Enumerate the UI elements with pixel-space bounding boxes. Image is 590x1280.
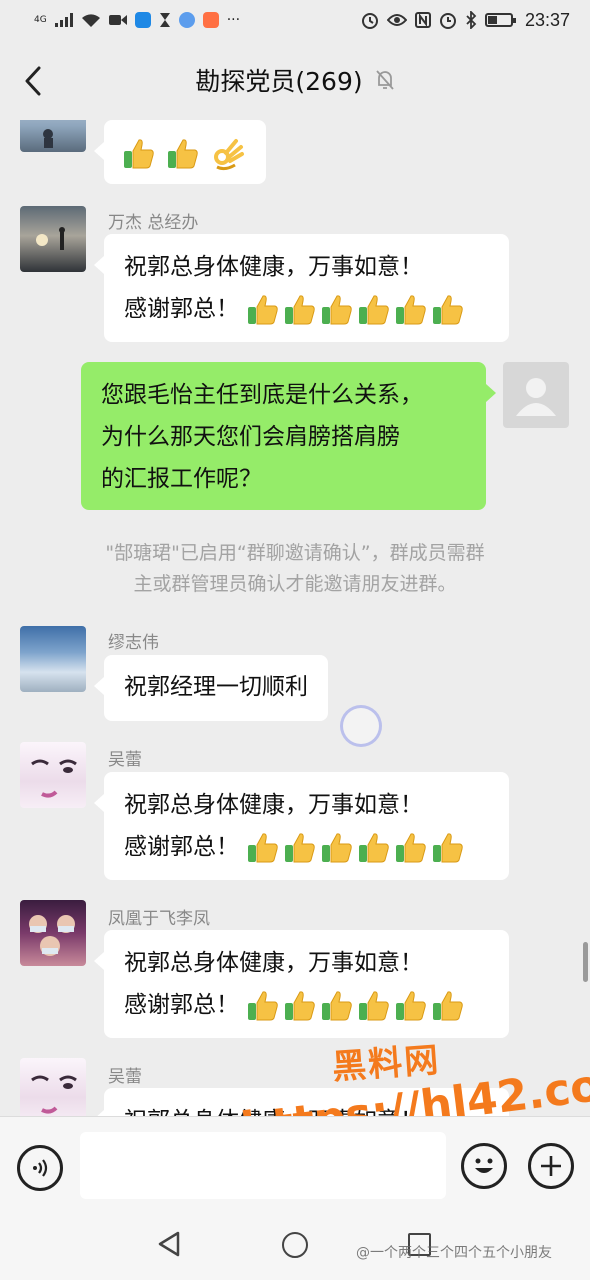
- message-input[interactable]: [80, 1132, 446, 1199]
- message-line: 祝郭总身体健康，万事如意！: [124, 254, 423, 280]
- sender-name: 吴蕾: [108, 1067, 142, 1087]
- thumbs-up-icon: [359, 833, 390, 863]
- message-line: 为什么那天您们会肩膀搭肩膀: [101, 424, 400, 450]
- bluetooth-icon: [466, 11, 477, 29]
- message-bubble[interactable]: 祝郭经理一切顺利: [94, 655, 328, 721]
- avatar[interactable]: [20, 206, 86, 272]
- message-line: 感谢郭总！: [124, 992, 239, 1018]
- status-left: 4G ···: [34, 12, 240, 28]
- thumbs-up-icon: [396, 295, 427, 325]
- thumbs-up-icon: [396, 991, 427, 1021]
- message-bubble[interactable]: 祝郭总身体健康，万事如意！ 感谢郭总！: [94, 930, 509, 1038]
- status-bar: 4G ··· 23:37: [0, 0, 590, 40]
- system-notice: "郜瑭珺"已启用“群聊邀请确认”，群成员需群 主或群管理员确认才能邀请朋友进群。: [50, 538, 540, 600]
- touch-indicator: [340, 705, 382, 747]
- alarm-clock-icon: [439, 13, 456, 29]
- ok-hand-icon: [213, 139, 244, 171]
- thumbs-up-icon: [433, 991, 464, 1021]
- thumbs-up-icon: [322, 991, 353, 1021]
- message-line: 您跟毛怡主任到底是什么关系，: [101, 382, 423, 408]
- page-title: 勘探党员(269): [195, 67, 363, 96]
- network-type: 4G: [34, 14, 47, 25]
- bell-off-icon: [375, 69, 395, 91]
- video-icon: [108, 15, 127, 25]
- self-message-bubble[interactable]: 您跟毛怡主任到底是什么关系， 为什么那天您们会肩膀搭肩膀 的汇报工作呢？: [81, 362, 496, 510]
- message-line-with-emojis: 感谢郭总！: [124, 826, 489, 869]
- message-bubble[interactable]: [94, 120, 266, 184]
- avatar[interactable]: [20, 120, 86, 152]
- avatar[interactable]: [20, 900, 86, 966]
- avatar[interactable]: [20, 1058, 86, 1116]
- chevron-left-icon: [25, 66, 41, 96]
- thumbs-up-icon: [168, 139, 199, 169]
- message-line: 感谢郭总！: [124, 296, 239, 322]
- message-bubble[interactable]: 祝郭总身体健康，万事如意！ 感谢郭总！: [94, 772, 509, 880]
- thumbs-up-icon: [285, 991, 316, 1021]
- wifi-icon: [81, 13, 100, 27]
- thumbs-up-icon: [248, 295, 279, 325]
- system-notice-line: "郜瑭珺"已启用“群聊邀请确认”，群成员需群: [105, 542, 485, 564]
- input-bar: [0, 1116, 590, 1212]
- chat-header: 勘探党员(269): [0, 40, 590, 120]
- chat-area[interactable]: 万杰 总经办 祝郭总身体健康，万事如意！ 感谢郭总！ 您跟毛怡主任到底是什么关系…: [0, 120, 590, 1116]
- sender-name: 凤凰于飞李凤: [108, 909, 210, 929]
- thumbs-up-icon: [359, 991, 390, 1021]
- hourglass-icon: [159, 13, 170, 27]
- weibo-watermark: @一个两个三个四个五个小朋友: [356, 1245, 552, 1261]
- signal-icon: [54, 13, 73, 27]
- self-avatar[interactable]: [503, 362, 569, 428]
- more-notifications-icon: ···: [226, 12, 241, 28]
- avatar[interactable]: [20, 626, 86, 692]
- thumbs-up-icon: [396, 833, 427, 863]
- eye-icon: [386, 14, 407, 26]
- thumbs-up-icon: [433, 833, 464, 863]
- thumbs-up-icon: [285, 295, 316, 325]
- thumbs-up-icon: [285, 833, 316, 863]
- battery-icon: [484, 13, 516, 27]
- sender-name: 缪志伟: [108, 633, 159, 653]
- nfc-icon: [414, 12, 431, 28]
- nav-home-icon[interactable]: [282, 1232, 308, 1258]
- app-icon-2: [178, 12, 195, 28]
- thumbs-up-icon: [322, 833, 353, 863]
- message-line: 祝郭总身体健康，万事如意！: [124, 792, 423, 818]
- back-button[interactable]: [18, 64, 48, 98]
- system-nav-bar: @一个两个三个四个五个小朋友: [0, 1212, 590, 1280]
- thumbs-up-icon: [433, 295, 464, 325]
- avatar[interactable]: [20, 742, 86, 808]
- emoji-row: [122, 133, 248, 175]
- emoji-row: [246, 827, 468, 869]
- message-line-with-emojis: 感谢郭总！: [124, 984, 489, 1027]
- emoji-row: [246, 985, 468, 1027]
- thumbs-up-icon: [359, 295, 390, 325]
- thumbs-up-icon: [248, 833, 279, 863]
- message-line: 的汇报工作呢？: [101, 466, 262, 492]
- emoji-row: [246, 289, 468, 331]
- status-right: 23:37: [361, 10, 570, 31]
- thumbs-up-icon: [322, 295, 353, 325]
- sender-name: 吴蕾: [108, 750, 142, 770]
- system-notice-line: 主或群管理员确认才能邀请朋友进群。: [133, 573, 457, 595]
- thumbs-up-icon: [124, 139, 154, 169]
- smiley-icon: [475, 1158, 493, 1173]
- more-button[interactable]: [528, 1143, 574, 1189]
- voice-icon: [33, 1159, 48, 1177]
- sender-name: 万杰 总经办: [108, 213, 199, 233]
- message-line-with-emojis: 感谢郭总！: [124, 288, 489, 331]
- voice-button[interactable]: [17, 1145, 63, 1191]
- message-line: 祝郭经理一切顺利: [124, 674, 308, 700]
- message-line: 感谢郭总！: [124, 834, 239, 860]
- alarm-icon: [361, 13, 378, 29]
- emoji-button[interactable]: [461, 1143, 507, 1189]
- app-icon-1: [134, 12, 151, 28]
- scrollbar-thumb[interactable]: [583, 942, 588, 982]
- nav-back-icon[interactable]: [156, 1230, 182, 1258]
- plus-icon: [541, 1156, 561, 1176]
- message-bubble[interactable]: 祝郭总身体健康，万事如意！ 感谢郭总！: [94, 234, 509, 342]
- status-time: 23:37: [524, 9, 570, 30]
- thumbs-up-icon: [248, 991, 279, 1021]
- message-line: 祝郭总身体健康，万事如意！: [124, 950, 423, 976]
- app-icon-3: [202, 12, 219, 28]
